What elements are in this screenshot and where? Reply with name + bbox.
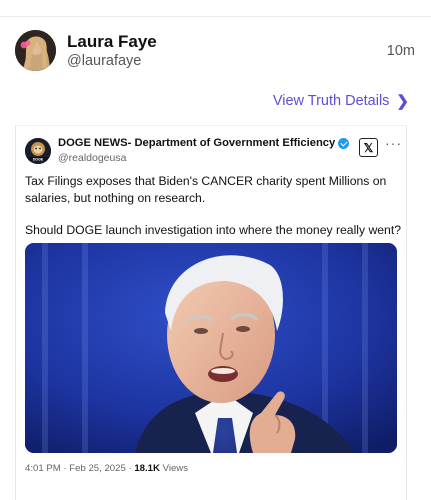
tweet-account-handle[interactable]: @realdogeusa: [58, 152, 126, 164]
tweet-account-name-text: DOGE NEWS- Department of Government Effi…: [58, 137, 336, 149]
tweet-account-avatar[interactable]: DOGE: [25, 138, 51, 164]
verified-badge-icon: [338, 137, 350, 149]
chevron-right-icon: ❯: [396, 92, 409, 110]
view-truth-details-label: View Truth Details: [272, 93, 390, 109]
tweet-views-label: Views: [159, 463, 189, 474]
author-avatar[interactable]: [15, 30, 56, 71]
tweet-photo[interactable]: [25, 243, 397, 453]
embedded-tweet-card[interactable]: DOGE DOGE NEWS- Department of Government…: [15, 125, 407, 500]
post-timestamp: 10m: [386, 43, 415, 59]
tweet-body: Tax Filings exposes that Biden's CANCER …: [25, 173, 403, 239]
more-dots-icon[interactable]: ···: [385, 135, 402, 151]
svg-text:DOGE: DOGE: [33, 157, 44, 161]
tweet-posted-time: 4:01 PM · Feb 25, 2025 ·: [25, 463, 135, 474]
tweet-paragraph: Tax Filings exposes that Biden's CANCER …: [25, 174, 387, 205]
view-truth-details-link[interactable]: View Truth Details ❯: [273, 93, 409, 109]
tweet-views-count: 18.1K: [134, 463, 160, 474]
tweet-account-name[interactable]: DOGE NEWS- Department of Government Effi…: [58, 137, 350, 149]
author-name[interactable]: Laura Faye: [67, 32, 157, 52]
author-handle[interactable]: @laurafaye: [67, 53, 141, 69]
tweet-meta: 4:01 PM · Feb 25, 2025 · 18.1K Views: [25, 463, 188, 474]
top-divider: [0, 16, 431, 17]
tweet-paragraph: Should DOGE launch investigation into wh…: [25, 223, 401, 237]
x-logo-icon[interactable]: 𝕏: [359, 138, 378, 157]
